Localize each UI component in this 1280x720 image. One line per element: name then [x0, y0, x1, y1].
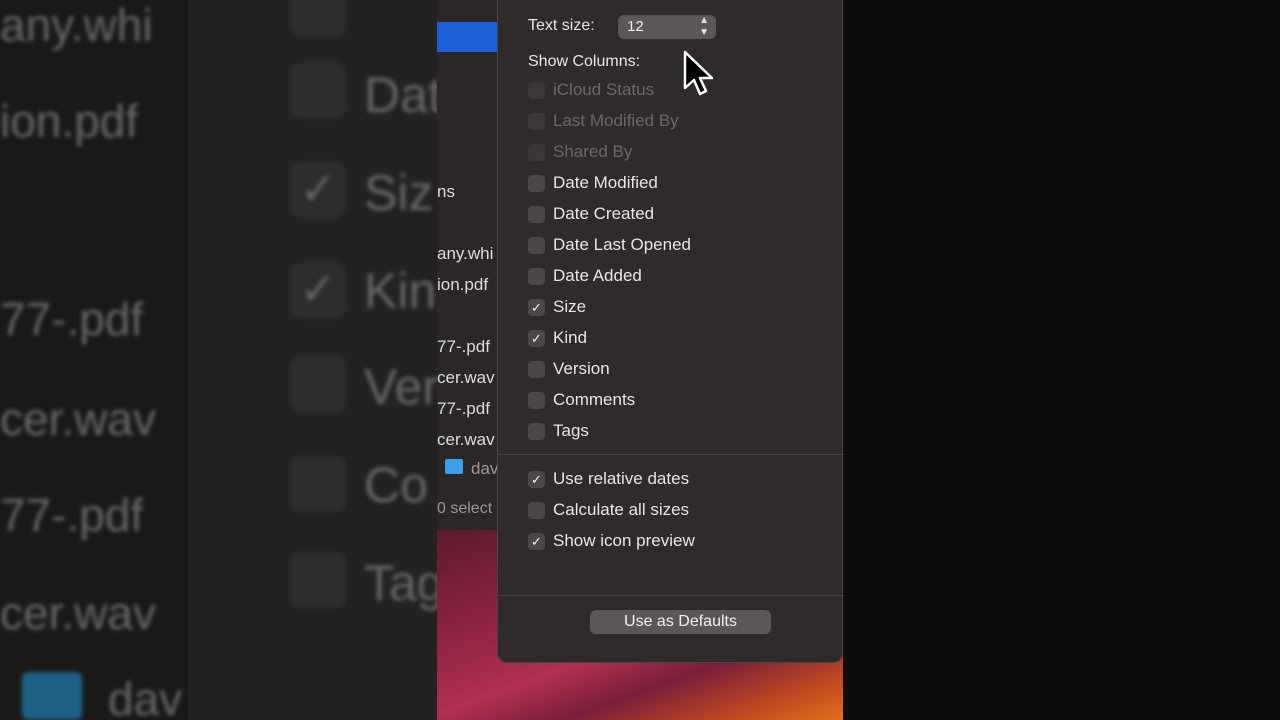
checkmark-icon: ✓ [531, 330, 542, 346]
option-label: Calculate all sizes [553, 500, 690, 519]
column-option-label: Shared By [553, 142, 633, 161]
status-bar-text: 0 select [437, 500, 493, 517]
column-option-tags[interactable]: Tags [528, 420, 589, 442]
folder-icon [445, 459, 463, 474]
background-zoom-left: any.whi ion.pdf 77-.pdf cer.wav 77-.pdf … [0, 0, 437, 720]
option-label: Use relative dates [553, 469, 690, 488]
mouse-pointer-icon [683, 50, 714, 96]
column-option-icloud-status: iCloud Status [528, 79, 654, 101]
option-label: Show icon preview [553, 531, 695, 550]
column-option-date-added[interactable]: Date Added [528, 265, 642, 287]
checkbox[interactable] [528, 360, 545, 378]
bg-column-label: Kin [364, 263, 437, 319]
column-option-label: Size [553, 297, 587, 316]
checkbox[interactable] [528, 236, 545, 254]
checkbox [528, 81, 545, 99]
bg-column-label: Ver [364, 359, 437, 415]
column-option-label: Last Modified By [553, 111, 679, 130]
file-name[interactable]: any.whi [437, 244, 493, 264]
file-name[interactable]: cer.wav [437, 430, 495, 450]
bg-file-name: cer.wav [0, 393, 156, 445]
checkbox-checked[interactable]: ✓ [528, 470, 545, 488]
column-option-label: Date Last Opened [553, 235, 691, 254]
view-options-panel: Text size: 12 ▲ ▼ Show Columns: iCloud St… [497, 0, 844, 663]
divider [498, 454, 844, 455]
bg-column-label: Siz [364, 165, 434, 221]
columns-fragment: ns [437, 182, 455, 201]
checkbox-checked[interactable]: ✓ [528, 532, 545, 550]
checkbox[interactable] [528, 205, 545, 223]
bg-checkbox [290, 356, 346, 412]
column-option-version[interactable]: Version [528, 358, 610, 380]
checkbox[interactable] [528, 391, 545, 409]
text-size-value: 12 [627, 18, 644, 35]
checkbox[interactable] [528, 267, 545, 285]
checkbox[interactable] [528, 501, 545, 519]
bg-column-label: Tag [364, 555, 437, 611]
column-option-label: Version [553, 359, 610, 378]
checkbox [528, 112, 545, 130]
checkbox[interactable] [528, 422, 545, 440]
checkbox [528, 143, 545, 161]
file-name[interactable]: cer.wav [437, 368, 495, 388]
column-option-comments[interactable]: Comments [528, 389, 635, 411]
folder-name[interactable]: dav [471, 459, 498, 479]
column-option-label: Date Created [553, 204, 655, 223]
column-option-kind[interactable]: ✓ Kind [528, 327, 587, 349]
bg-checkbox [290, 456, 346, 512]
show-columns-label: Show Columns: [528, 53, 641, 70]
checkmark-icon: ✓ [531, 471, 542, 487]
bg-checkbox [290, 552, 346, 608]
column-option-label: Date Added [553, 266, 642, 285]
file-name[interactable]: 77-.pdf [437, 399, 490, 419]
column-option-date-modified[interactable]: Date Modified [528, 172, 658, 194]
selected-sidebar-item[interactable] [437, 22, 497, 52]
checkbox[interactable] [528, 174, 545, 192]
column-option-last-modified-by: Last Modified By [528, 110, 679, 132]
bg-checkbox: ✓ [290, 162, 346, 218]
bg-folder-name: dav [108, 673, 183, 720]
use-as-defaults-button[interactable]: Use as Defaults [590, 610, 771, 634]
column-option-label: Kind [553, 328, 588, 347]
bg-file-name: 77-.pdf [0, 293, 144, 345]
checkmark-icon: ✓ [299, 165, 337, 214]
chevron-updown-icon: ▲ ▼ [699, 15, 709, 38]
option-show-icon-preview[interactable]: ✓ Show icon preview [528, 530, 695, 552]
divider [498, 595, 844, 596]
bg-checkbox [290, 0, 346, 36]
bg-folder-icon [22, 672, 82, 720]
bg-column-label: Co [364, 457, 428, 513]
bg-checkbox [290, 62, 346, 118]
column-option-size[interactable]: ✓ Size [528, 296, 586, 318]
text-size-label: Text size: [528, 17, 595, 34]
text-size-select[interactable]: 12 ▲ ▼ [618, 15, 716, 39]
background-dark-right [843, 0, 1280, 720]
checkbox-checked[interactable]: ✓ [528, 298, 545, 316]
bg-file-name: cer.wav [0, 587, 156, 639]
bg-file-name: 77-.pdf [0, 489, 144, 541]
column-option-date-last-opened[interactable]: Date Last Opened [528, 234, 691, 256]
bg-checkbox: ✓ [290, 262, 346, 318]
column-option-label: iCloud Status [553, 80, 655, 99]
column-option-shared-by: Shared By [528, 141, 632, 163]
file-name[interactable]: 77-.pdf [437, 337, 490, 357]
column-option-label: Tags [553, 421, 589, 440]
checkmark-icon: ✓ [299, 265, 337, 314]
file-name[interactable]: ion.pdf [437, 275, 488, 295]
column-option-label: Comments [553, 390, 636, 409]
column-option-date-created[interactable]: Date Created [528, 203, 654, 225]
option-calculate-all-sizes[interactable]: Calculate all sizes [528, 499, 689, 521]
bg-file-name: ion.pdf [0, 95, 139, 147]
checkmark-icon: ✓ [531, 533, 542, 549]
checkmark-icon: ✓ [531, 299, 542, 315]
bg-column-label: Dat [364, 67, 437, 123]
option-use-relative-dates[interactable]: ✓ Use relative dates [528, 468, 689, 490]
column-option-label: Date Modified [553, 173, 658, 192]
bg-file-name: any.whi [0, 0, 153, 51]
checkbox-checked[interactable]: ✓ [528, 329, 545, 347]
